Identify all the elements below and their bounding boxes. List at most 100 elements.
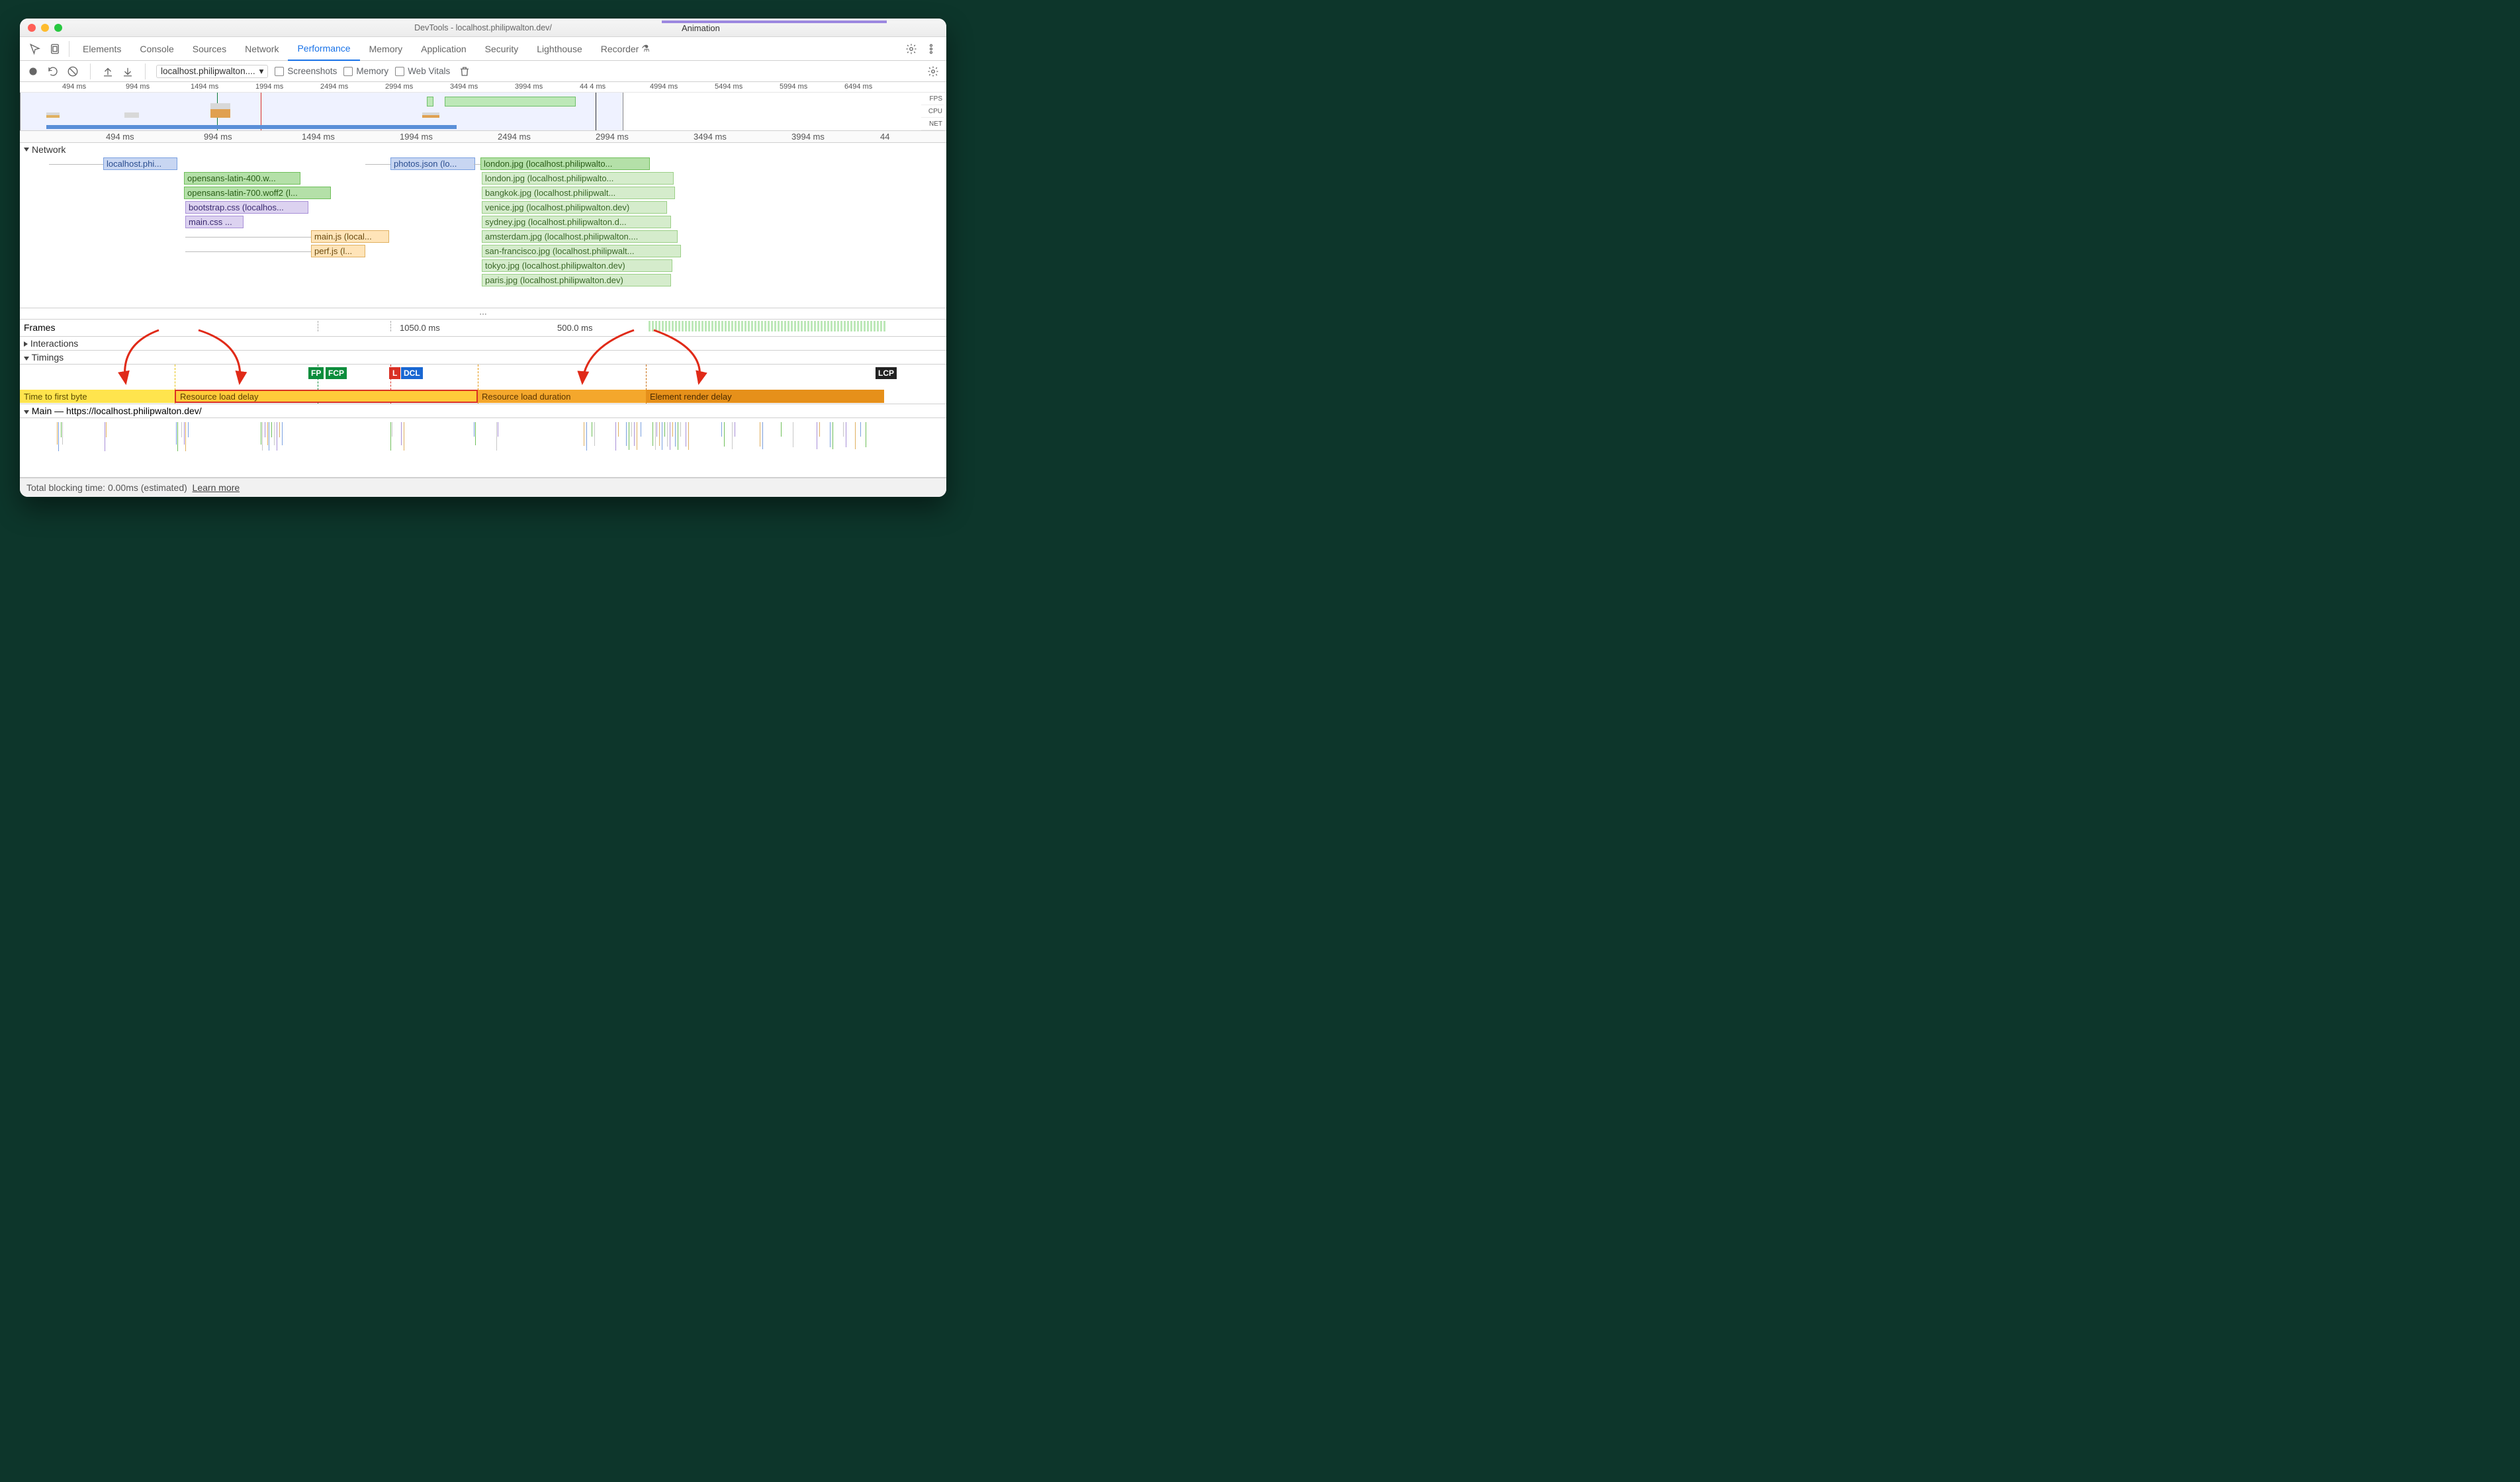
fcp-marker[interactable]: FCP (326, 367, 347, 379)
device-toggle-icon[interactable] (48, 42, 62, 56)
network-request[interactable]: localhost.phi... (103, 157, 177, 170)
flame-task[interactable] (634, 422, 635, 446)
tab-recorder[interactable]: Recorder ⚗ (592, 37, 659, 60)
profile-select[interactable]: localhost.philipwalton....▾ (156, 65, 268, 78)
network-request[interactable]: venice.jpg (localhost.philipwalton.dev) (482, 201, 667, 214)
flame-task[interactable] (618, 422, 619, 437)
flame-task[interactable] (675, 422, 676, 447)
memory-checkbox[interactable]: Memory (343, 66, 388, 76)
detail-ruler[interactable]: 494 ms 994 ms 1494 ms 1994 ms 2494 ms 29… (20, 131, 946, 143)
seg-ttfb[interactable]: Time to first byte (20, 390, 175, 403)
lcp-marker[interactable]: LCP (876, 367, 897, 379)
flame-task[interactable] (58, 422, 59, 451)
flame-task[interactable] (732, 422, 733, 449)
reload-record-button[interactable] (46, 65, 60, 78)
flame-task[interactable] (177, 422, 178, 451)
network-request[interactable]: paris.jpg (localhost.philipwalton.dev) (482, 274, 671, 286)
overview-chart[interactable]: FPSCPUNET (20, 93, 946, 131)
flame-task[interactable] (843, 422, 844, 437)
flame-task[interactable] (262, 422, 263, 451)
gc-button[interactable] (458, 65, 471, 78)
seg-duration[interactable]: Resource load duration (478, 390, 646, 403)
main-flamegraph[interactable] (20, 418, 946, 478)
main-section-header[interactable]: Main — https://localhost.philipwalton.de… (20, 404, 946, 418)
webvitals-checkbox[interactable]: Web Vitals (395, 66, 450, 76)
flame-task[interactable] (267, 422, 268, 445)
flame-task[interactable] (57, 422, 58, 445)
flame-task[interactable] (401, 422, 402, 445)
fp-marker[interactable]: FP (308, 367, 324, 379)
flame-task[interactable] (655, 422, 656, 450)
flame-task[interactable] (819, 422, 820, 437)
flame-task[interactable] (271, 422, 272, 437)
flame-task[interactable] (62, 422, 63, 445)
network-request[interactable]: perf.js (l... (311, 245, 365, 257)
flame-task[interactable] (652, 422, 653, 446)
network-waterfall[interactable]: localhost.phi...opensans-latin-400.w...o… (20, 156, 946, 308)
seg-render[interactable]: Element render delay (646, 390, 884, 403)
seg-delay[interactable]: Resource load delay (175, 390, 478, 403)
network-request[interactable]: tokyo.jpg (localhost.philipwalton.dev) (482, 259, 672, 272)
record-button[interactable] (26, 65, 40, 78)
network-request[interactable]: main.js (local... (311, 230, 389, 243)
flame-task[interactable] (61, 422, 62, 437)
network-request[interactable]: opensans-latin-700.woff2 (l... (184, 187, 331, 199)
clear-button[interactable] (66, 65, 79, 78)
flame-task[interactable] (496, 422, 497, 451)
network-request[interactable]: sydney.jpg (localhost.philipwalton.d... (482, 216, 671, 228)
network-request[interactable]: amsterdam.jpg (localhost.philipwalton...… (482, 230, 678, 243)
flame-task[interactable] (659, 422, 660, 446)
tab-network[interactable]: Network (236, 37, 288, 60)
network-request[interactable]: san-francisco.jpg (localhost.philipwalt.… (482, 245, 681, 257)
tab-security[interactable]: Security (476, 37, 528, 60)
network-request[interactable]: bangkok.jpg (localhost.philipwalt... (482, 187, 675, 199)
network-request[interactable]: photos.json (lo... (390, 157, 475, 170)
flame-task[interactable] (781, 422, 782, 437)
flame-task[interactable] (664, 422, 665, 437)
network-request[interactable]: bootstrap.css (localhos... (185, 201, 308, 214)
flame-task[interactable] (680, 422, 681, 437)
minimize-button[interactable] (41, 24, 49, 32)
save-profile-button[interactable] (121, 65, 134, 78)
flame-task[interactable] (672, 422, 673, 437)
tab-console[interactable]: Console (130, 37, 183, 60)
flame-task[interactable] (762, 422, 763, 449)
learn-more-link[interactable]: Learn more (193, 482, 240, 493)
timings-section-header[interactable]: Timings (20, 351, 946, 365)
flame-task[interactable] (656, 422, 657, 437)
screenshots-checkbox[interactable]: Screenshots (275, 66, 337, 76)
flame-task[interactable] (667, 422, 668, 447)
frames-section[interactable]: Frames 1050.0 ms 500.0 ms (20, 320, 946, 337)
l-marker[interactable]: L (389, 367, 400, 379)
flame-task[interactable] (188, 422, 189, 437)
network-request[interactable]: london.jpg (localhost.philipwalto... (480, 157, 650, 170)
network-request[interactable]: london.jpg (localhost.philipwalto... (482, 172, 674, 185)
flame-task[interactable] (721, 422, 722, 437)
network-request[interactable]: main.css ... (185, 216, 244, 228)
flame-task[interactable] (181, 422, 182, 437)
flame-task[interactable] (626, 422, 627, 446)
flame-task[interactable] (184, 422, 185, 445)
dcl-marker[interactable]: DCL (401, 367, 423, 379)
interactions-section[interactable]: Interactions Animation (20, 337, 946, 351)
flame-task[interactable] (279, 422, 280, 437)
tab-performance[interactable]: Performance (288, 38, 359, 61)
flame-task[interactable] (830, 422, 831, 447)
flame-task[interactable] (586, 422, 587, 451)
flame-task[interactable] (860, 422, 861, 437)
tab-sources[interactable]: Sources (183, 37, 236, 60)
flame-task[interactable] (688, 422, 689, 450)
splitter[interactable]: ⋯ (20, 308, 946, 320)
flame-task[interactable] (615, 422, 616, 451)
flame-task[interactable] (832, 422, 833, 449)
flame-task[interactable] (185, 422, 186, 451)
settings-icon[interactable] (904, 42, 919, 56)
flame-task[interactable] (594, 422, 595, 446)
zoom-button[interactable] (54, 24, 62, 32)
flame-task[interactable] (390, 422, 391, 451)
flame-task[interactable] (475, 422, 476, 445)
flame-task[interactable] (724, 422, 725, 447)
tab-elements[interactable]: Elements (73, 37, 130, 60)
kebab-icon[interactable] (924, 42, 938, 56)
tab-lighthouse[interactable]: Lighthouse (527, 37, 592, 60)
